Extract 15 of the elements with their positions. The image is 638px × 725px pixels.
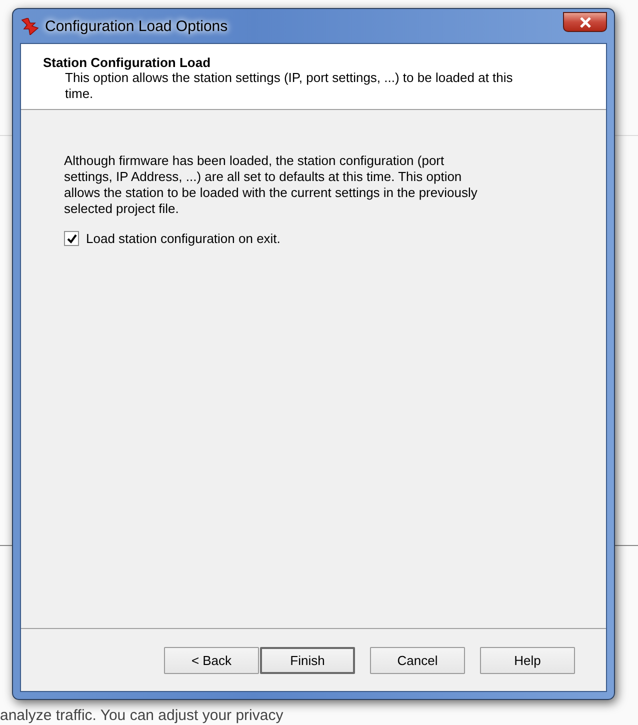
dialog-button[interactable]: Finish	[260, 646, 355, 674]
app-icon	[21, 18, 39, 34]
dialog-button[interactable]: < Back	[164, 646, 259, 674]
dialog-button[interactable]: Cancel	[370, 646, 465, 674]
message-text: Although firmware has been loaded, the station configuration (port settings, IP Address, ...) are all set to defaults at this time. This option allows the station to be loaded with the current settings in the previously selected project file.	[64, 153, 478, 217]
page-title: Station Configuration Load	[43, 55, 212, 70]
window-title: Configuration Load Options	[45, 18, 228, 34]
close-button[interactable]	[563, 12, 607, 32]
page-description: This option allows the station settings (IP, port settings, ...) to be loaded at this time.	[64, 70, 514, 102]
checkbox-label[interactable]: Load station configuration on exit.	[86, 231, 280, 246]
checkbox[interactable]	[64, 231, 79, 246]
check-icon	[66, 234, 76, 244]
close-icon	[578, 16, 592, 28]
dialog-button[interactable]: Help	[480, 646, 575, 674]
page-text: analyze traffic. You can adjust your privacy	[0, 708, 284, 724]
